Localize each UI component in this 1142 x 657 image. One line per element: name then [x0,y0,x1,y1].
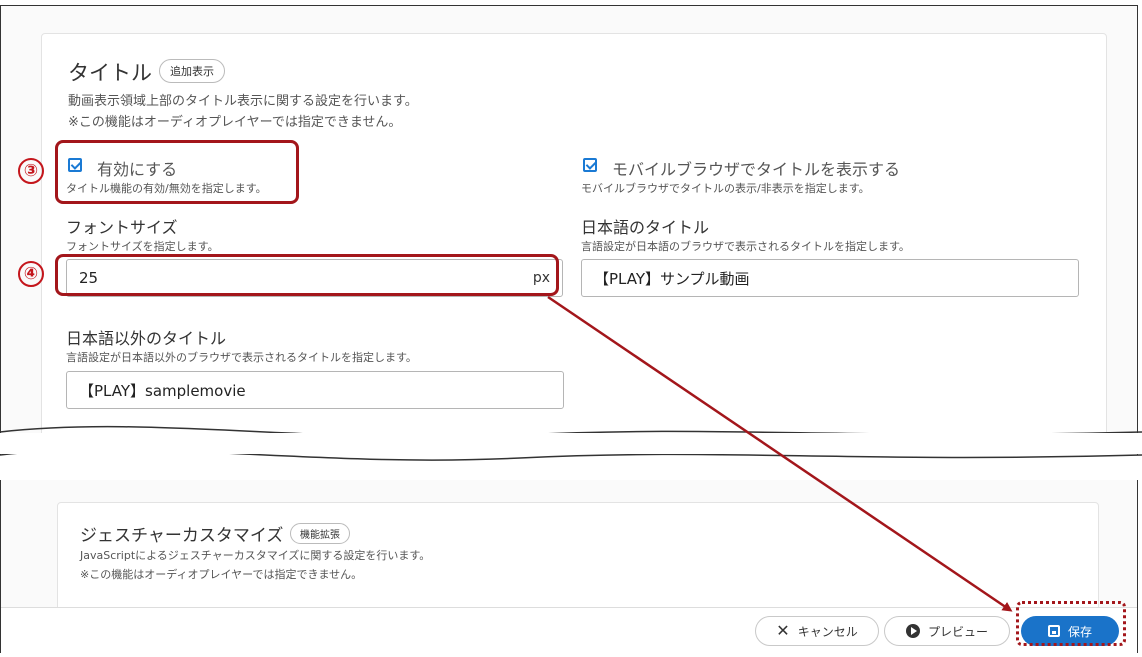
gesture-section-badge: 機能拡張 [290,523,350,544]
non-ja-title-input[interactable]: 【PLAY】samplemovie [66,371,564,409]
step-4-marker: ④ [18,261,44,287]
section-description: 動画表示領域上部のタイトル表示に関する設定を行います。 [68,94,418,109]
section-title: タイトル [68,61,152,85]
non-ja-title-help: 言語設定が日本語以外のブラウザで表示されるタイトルを指定します。 [66,351,417,364]
font-size-label: フォントサイズ [66,218,178,237]
section-badge: 追加表示 [159,59,225,83]
cancel-label: キャンセル [797,624,858,639]
preview-label: プレビュー [927,624,988,639]
preview-button[interactable]: プレビュー [884,616,1010,646]
mobile-help: モバイルブラウザでタイトルの表示/非表示を指定します。 [581,182,870,195]
ja-title-help: 言語設定が日本語のブラウザで表示されるタイトルを指定します。 [581,240,910,253]
mobile-label: モバイルブラウザでタイトルを表示する [612,160,901,179]
ja-title-label: 日本語のタイトル [581,218,710,237]
gesture-section-note: ※この機能はオーディオプレイヤーでは指定できません。 [80,568,363,581]
section-note: ※この機能はオーディオプレイヤーでは指定できません。 [68,115,402,130]
highlight-enable [55,140,299,204]
non-ja-title-value: 【PLAY】samplemovie [79,381,246,400]
ja-title-input[interactable]: 【PLAY】サンプル動画 [581,259,1079,297]
cancel-button[interactable]: ✕ キャンセル [755,616,879,646]
highlight-font-size [55,254,559,296]
section-cut-wave [0,425,1142,480]
play-icon [905,624,920,638]
font-size-help: フォントサイズを指定します。 [66,240,219,253]
gesture-section-description: JavaScriptによるジェスチャーカスタマイズに関する設定を行います。 [80,549,431,562]
ja-title-value: 【PLAY】サンプル動画 [594,269,750,288]
highlight-save [1016,601,1126,646]
mobile-checkbox[interactable] [583,158,597,172]
footer-bar: ✕ キャンセル プレビュー 保存 [1,607,1137,654]
close-icon: ✕ [776,621,790,640]
step-3-marker: ③ [18,158,44,184]
gesture-section-title: ジェスチャーカスタマイズ [80,526,284,546]
non-ja-title-label: 日本語以外のタイトル [66,329,227,348]
